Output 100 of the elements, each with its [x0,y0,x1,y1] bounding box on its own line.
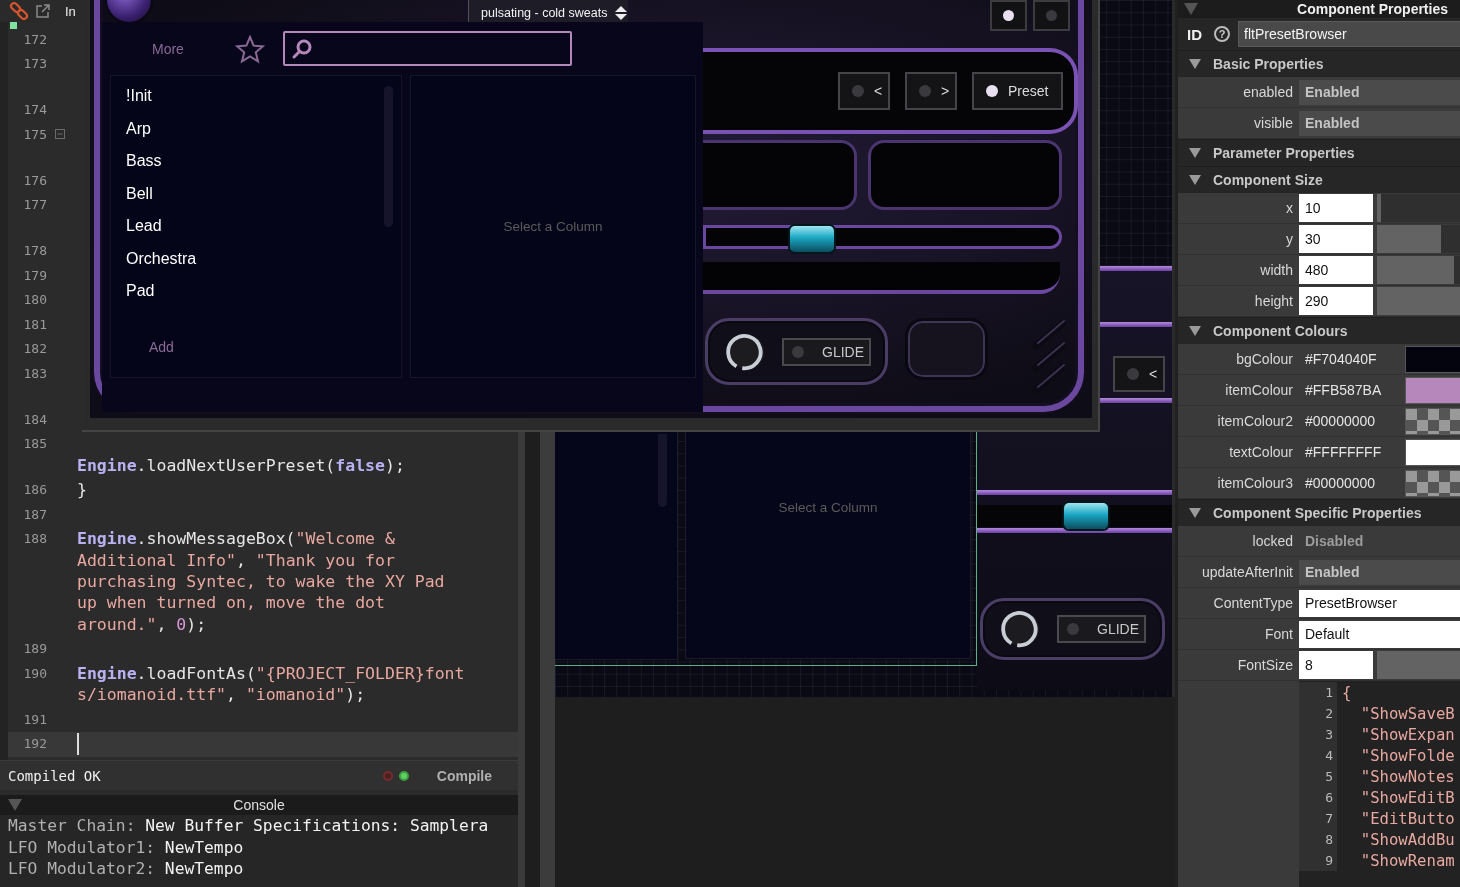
colour-swatch[interactable] [1405,376,1460,404]
toggle-button[interactable] [990,0,1027,31]
number-field[interactable]: 8 [1299,651,1373,679]
search-field[interactable] [283,31,572,66]
id-field[interactable]: fltPresetBrowser [1238,21,1460,47]
toggle-button[interactable] [1033,0,1070,31]
section-header[interactable]: Component Size [1178,166,1460,193]
external-link-icon[interactable] [35,3,51,19]
category-item[interactable]: Arp [126,112,366,145]
line-number: 189 [22,640,47,659]
more-button[interactable]: More [152,41,184,57]
code-line: "ShowSaveB [1359,704,1455,723]
nav-button[interactable]: Preset [972,72,1063,110]
section-title: Basic Properties [1213,56,1324,72]
line-number: 190 [22,664,47,683]
code-line: Engine.showMessageBox("Welcome & Additional Info", "Thank you for purchasing Syntec, to wake the XY Pad up when turned on, move the dot around.", 0); [77,528,446,635]
line-number: 4 [1299,745,1337,766]
empty-column-text: Select a Column [777,500,879,516]
property-label: updateAfterInit [1200,564,1294,580]
link-icon[interactable] [9,1,29,21]
up-down-arrows-icon [615,6,628,20]
line-number: 184 [22,410,47,429]
section-title: Component Specific Properties [1213,505,1422,521]
number-field[interactable]: 10 [1299,194,1373,222]
section-header[interactable]: Component Colours [1178,317,1460,344]
toggle-field[interactable]: Disabled [1299,528,1460,554]
category-item[interactable]: Pad [126,275,366,308]
toggle-field[interactable]: Enabled [1299,559,1460,585]
section-header[interactable]: Component Specific Properties [1178,499,1460,526]
category-item[interactable]: !Init [126,80,366,113]
value-slider[interactable] [1377,225,1460,253]
property-label: itemColour2 [1216,413,1294,429]
value-slider[interactable] [1377,256,1460,284]
search-icon [291,37,313,60]
text-field[interactable]: Default [1299,620,1460,648]
nav-button[interactable]: < [1113,356,1165,392]
line-number: 5 [1299,766,1337,787]
property-label: width [1259,262,1294,278]
line-number: 185 [22,435,47,454]
section-header[interactable]: Parameter Properties [1178,139,1460,166]
colour-value: #00000000 [1304,413,1377,429]
line-number: 192 [22,735,47,754]
property-label: x [1285,200,1294,216]
category-item[interactable]: Bell [126,177,366,210]
colour-value: #00000000 [1304,475,1377,491]
colour-swatch[interactable] [1405,469,1460,497]
category-item[interactable]: Orchestra [126,242,366,275]
toggle-field[interactable]: Enabled [1299,79,1460,105]
property-label: textColour [1228,444,1294,460]
star-icon[interactable] [235,35,265,65]
value-slider[interactable] [1377,194,1460,222]
value-slider[interactable] [1377,651,1460,679]
colour-value: #FFB587BA [1304,382,1383,398]
code-line: { [1341,683,1352,702]
help-button[interactable]: ? [1214,26,1230,42]
section-header[interactable]: Basic Properties [1178,50,1460,77]
line-number: 173 [22,55,47,74]
code-line: Engine.loadFontAs("{PROJECT_FOLDER}fonts/iomanoid.ttf", "iomanoid"); [77,662,466,706]
line-number: 1 [1299,682,1337,703]
collapse-icon[interactable] [55,129,65,140]
number-field[interactable]: 30 [1299,225,1373,253]
property-label: itemColour3 [1216,475,1294,491]
property-label: ContentType [1212,595,1294,611]
colour-swatch[interactable] [1405,438,1460,466]
code-line: "EditButto [1359,809,1455,828]
toggle-field[interactable]: Enabled [1299,110,1460,136]
code-line: "ShowNotes [1359,767,1455,786]
preset-name: pulsating - cold sweats [481,6,608,20]
add-button[interactable]: Add [149,339,174,355]
colour-swatch[interactable] [1405,345,1460,373]
glide-button[interactable]: GLIDE [782,337,871,366]
colour-swatch[interactable] [1405,407,1460,435]
number-field[interactable]: 290 [1299,287,1373,315]
property-label: visible [1253,115,1294,131]
line-number: 3 [1299,724,1337,745]
category-item[interactable]: Bass [126,145,366,178]
code-line: "ShowExpan [1359,725,1455,744]
nav-button[interactable]: < [838,72,890,110]
text-field[interactable]: PresetBrowser [1299,589,1460,617]
category-item[interactable]: Lead [126,210,366,243]
console-header[interactable]: Console [0,795,518,815]
property-label: height [1253,293,1294,309]
line-number: 177 [22,196,47,215]
compile-button[interactable]: Compile [436,767,492,784]
code-line: Engine.loadNextUserPreset(false); [77,454,406,476]
line-number: 186 [22,481,47,500]
line-number: 176 [22,171,47,190]
slider-thumb[interactable] [1064,503,1109,529]
glide-button[interactable]: GLIDE [1057,615,1146,643]
section-title: Component Size [1213,172,1323,188]
slider-thumb[interactable] [789,226,834,252]
code-editor[interactable]: 1 { 2 "ShowSaveB 3 "ShowExpan 4 "ShowFolde 5 "ShowNotes 6 "ShowEditB 7 "EditButto 8 "ShowAddBu 9 "ShowRenam [1299,681,1460,887]
line-number: 181 [22,315,47,334]
line-number: 2 [1299,703,1337,724]
console-line: LFO Modulator2: NewTempo [8,858,245,880]
error-light-icon [382,770,393,781]
editor-tab[interactable]: In [65,3,76,19]
nav-button[interactable]: > [905,72,957,110]
value-slider[interactable] [1377,287,1460,315]
number-field[interactable]: 480 [1299,256,1373,284]
